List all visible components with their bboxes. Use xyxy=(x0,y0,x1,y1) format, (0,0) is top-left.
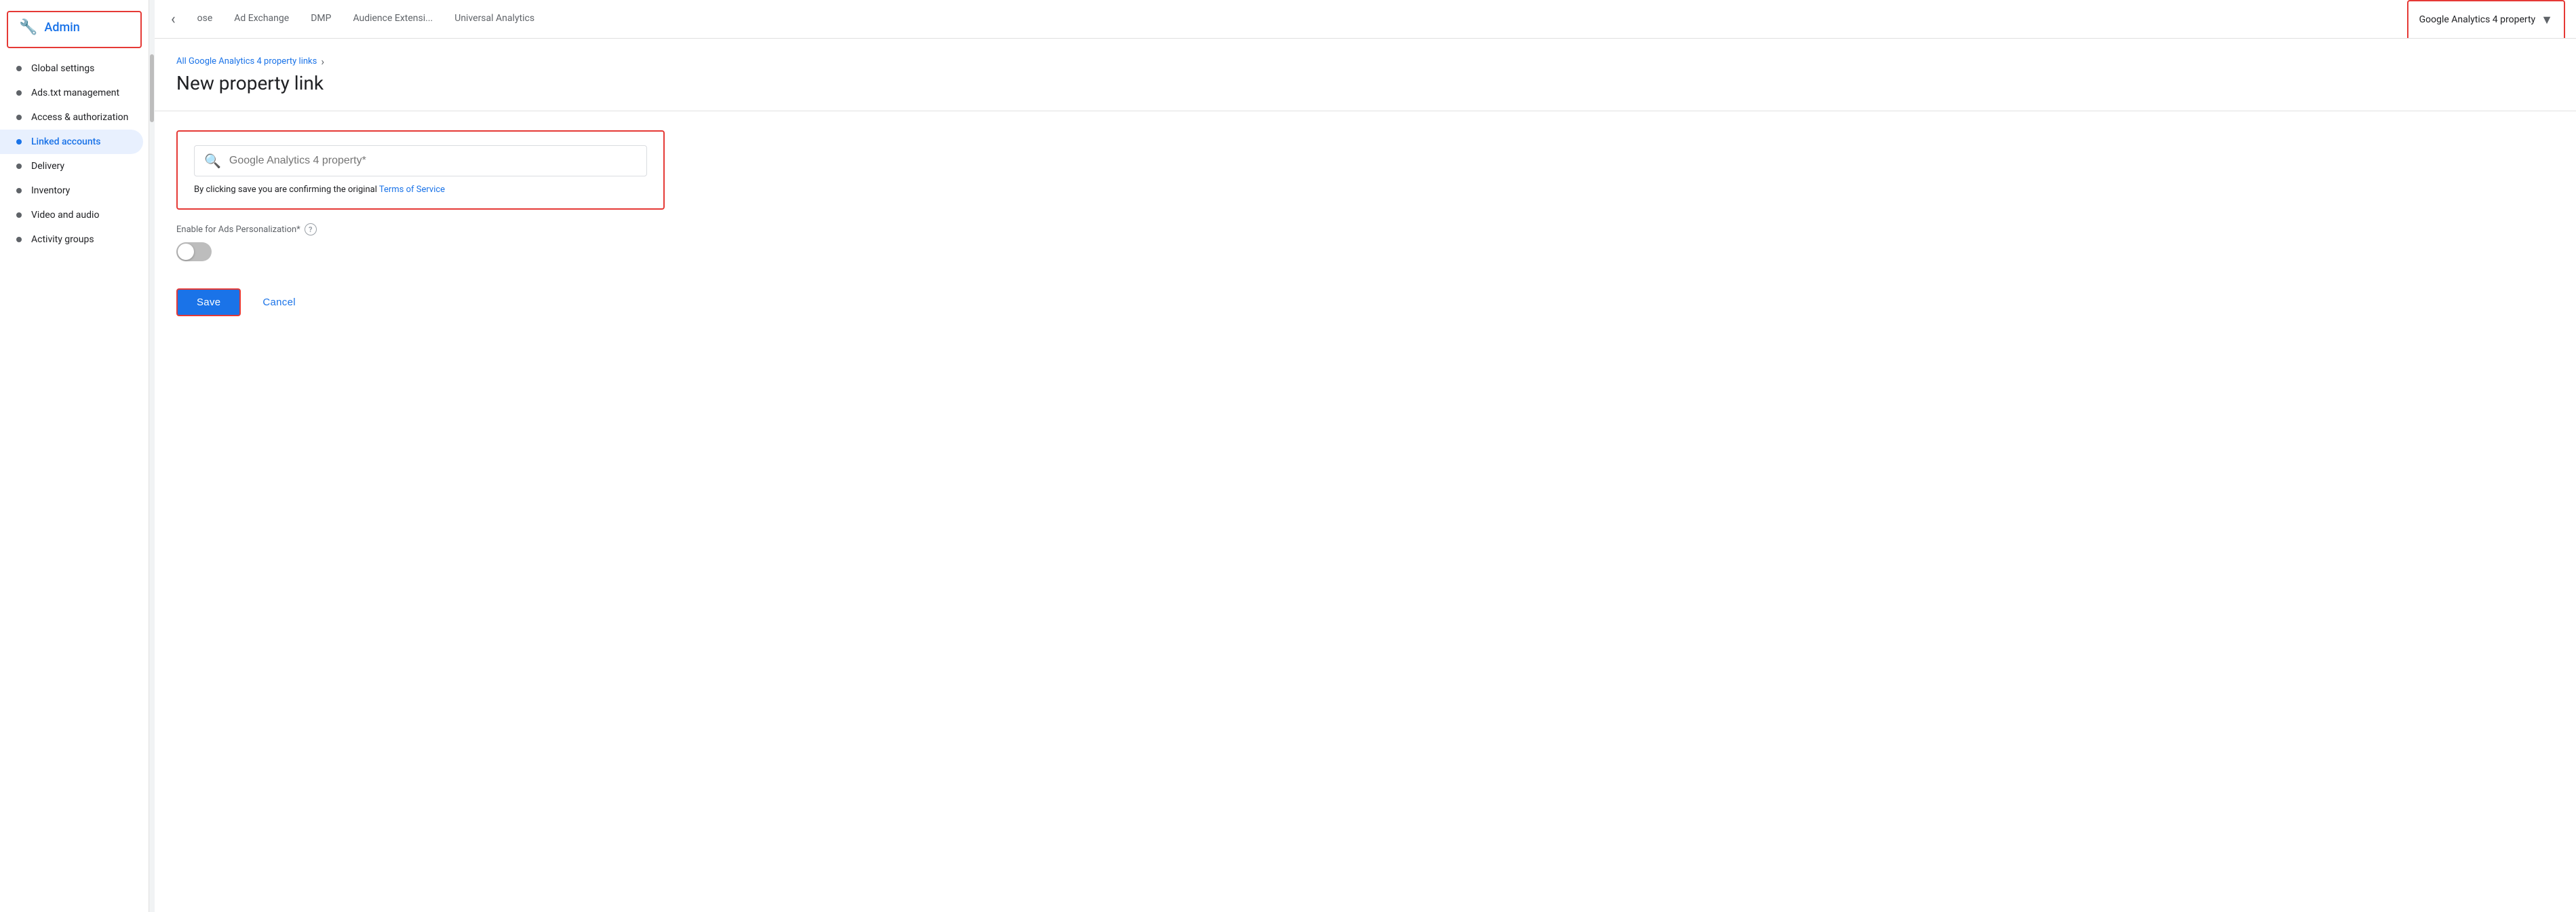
search-icon: 🔍 xyxy=(204,153,221,169)
back-button[interactable]: ‹ xyxy=(165,5,181,33)
admin-header[interactable]: 🔧 Admin xyxy=(7,11,142,48)
ga4-property-search-input[interactable] xyxy=(229,155,637,167)
sidebar-item-label-access-authorization: Access & authorization xyxy=(31,112,128,123)
admin-title: Admin xyxy=(44,20,79,35)
chevron-down-icon: ▼ xyxy=(2541,13,2553,27)
page-title: New property link xyxy=(176,72,2554,94)
sidebar-item-delivery[interactable]: Delivery xyxy=(0,154,143,178)
nav-dot-ads-txt-management xyxy=(16,90,22,96)
nav-dot-activity-groups xyxy=(16,237,22,242)
tos-prefix: By clicking save you are confirming the … xyxy=(194,185,379,195)
breadcrumb-link[interactable]: All Google Analytics 4 property links xyxy=(176,56,317,66)
nav-dot-inventory xyxy=(16,188,22,193)
sidebar-item-ads-txt-management[interactable]: Ads.txt management xyxy=(0,81,143,105)
action-buttons: Save Cancel xyxy=(176,288,2554,316)
sidebar-item-label-global-settings: Global settings xyxy=(31,63,94,74)
nav-tab-ga4-dropdown[interactable]: Google Analytics 4 property ▼ xyxy=(2407,0,2565,38)
help-icon[interactable]: ? xyxy=(305,223,317,235)
nav-tab-audience-extensi[interactable]: Audience Extensi... xyxy=(342,0,444,38)
search-wrapper: 🔍 xyxy=(194,145,647,176)
toggle-label: Enable for Ads Personalization* ? xyxy=(176,223,2554,235)
breadcrumb: All Google Analytics 4 property links › xyxy=(176,55,2554,68)
sidebar-item-linked-accounts[interactable]: Linked accounts xyxy=(0,130,143,154)
tos-text: By clicking save you are confirming the … xyxy=(194,185,647,195)
sidebar-scrollbar[interactable] xyxy=(149,0,155,912)
sidebar-item-label-inventory: Inventory xyxy=(31,185,70,196)
breadcrumb-separator: › xyxy=(321,55,324,68)
sidebar-nav: Global settings Ads.txt management Access … xyxy=(0,56,149,252)
scrollbar-thumb xyxy=(150,54,154,122)
sidebar-item-label-linked-accounts: Linked accounts xyxy=(31,136,101,147)
toggle-label-text: Enable for Ads Personalization* xyxy=(176,225,300,235)
nav-dot-video-and-audio xyxy=(16,212,22,218)
top-navigation: ‹ oseAd ExchangeDMPAudience Extensi...Un… xyxy=(155,0,2576,39)
admin-icon: 🔧 xyxy=(19,19,37,36)
save-button[interactable]: Save xyxy=(176,288,241,316)
sidebar-item-activity-groups[interactable]: Activity groups xyxy=(0,227,143,252)
sidebar-item-label-activity-groups: Activity groups xyxy=(31,234,94,245)
nav-tab-ad-exchange[interactable]: Ad Exchange xyxy=(223,0,300,38)
sidebar-item-label-delivery: Delivery xyxy=(31,161,64,172)
sidebar-item-global-settings[interactable]: Global settings xyxy=(0,56,143,81)
nav-tabs: oseAd ExchangeDMPAudience Extensi...Univ… xyxy=(187,0,2407,38)
sidebar-item-label-video-and-audio: Video and audio xyxy=(31,210,99,221)
nav-dot-linked-accounts xyxy=(16,139,22,145)
ads-personalization-toggle[interactable] xyxy=(176,242,212,261)
sidebar-item-video-and-audio[interactable]: Video and audio xyxy=(0,203,143,227)
nav-dot-delivery xyxy=(16,164,22,169)
page-content: All Google Analytics 4 property links › … xyxy=(155,39,2576,912)
sidebar-item-inventory[interactable]: Inventory xyxy=(0,178,143,203)
nav-tab-ga4-label: Google Analytics 4 property xyxy=(2419,14,2536,25)
property-link-form: 🔍 By clicking save you are confirming th… xyxy=(176,130,665,210)
toggle-thumb xyxy=(178,244,194,260)
sidebar-item-label-ads-txt-management: Ads.txt management xyxy=(31,88,119,98)
nav-tab-list: oseAd ExchangeDMPAudience Extensi...Univ… xyxy=(187,0,545,38)
sidebar-item-access-authorization[interactable]: Access & authorization xyxy=(0,105,143,130)
nav-dot-access-authorization xyxy=(16,115,22,120)
nav-tab-ose[interactable]: ose xyxy=(187,0,224,38)
nav-tab-universal-analytics[interactable]: Universal Analytics xyxy=(444,0,545,38)
nav-tab-dmp[interactable]: DMP xyxy=(300,0,342,38)
tos-link[interactable]: Terms of Service xyxy=(379,185,445,195)
nav-dot-global-settings xyxy=(16,66,22,71)
sidebar: 🔧 Admin Global settings Ads.txt managemen… xyxy=(0,0,149,912)
toggle-section: Enable for Ads Personalization* ? xyxy=(176,223,2554,261)
main-content: ‹ oseAd ExchangeDMPAudience Extensi...Un… xyxy=(155,0,2576,912)
cancel-button[interactable]: Cancel xyxy=(252,290,307,315)
